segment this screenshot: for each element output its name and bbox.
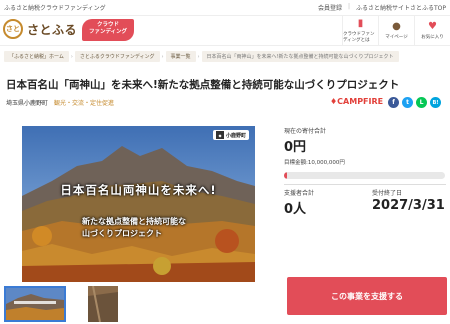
nav-label: クラウドファンディングとは <box>343 32 375 43</box>
hero-image: ◆ 小鹿野町 日本百名山両神山を未来へ! 新たな拠点整備と持続可能な 山づくりプ… <box>22 126 255 282</box>
category-tag[interactable]: 観光・交流・定住促進 <box>54 98 114 107</box>
goal-label: 目標金額 <box>284 160 307 166</box>
chevron-right-icon: › <box>197 53 200 60</box>
facebook-icon[interactable]: f <box>388 97 399 108</box>
platform-name: CAMPFIRE <box>337 97 384 106</box>
line-icon[interactable]: L <box>416 97 427 108</box>
breadcrumb: 「ふるさと納税」ホーム › さとふるクラウドファンディング › 事業一覧 › 日… <box>4 51 399 62</box>
thumbnail-2[interactable] <box>88 286 118 322</box>
nav-label: マイページ <box>385 35 408 40</box>
badge-line-1: クラウド <box>96 22 119 28</box>
user-icon: ● <box>392 21 401 32</box>
logo-mark: さと <box>3 19 23 39</box>
deadline-value: 2027/3/31 <box>372 198 445 213</box>
share-buttons: f t L B! <box>388 97 441 108</box>
progress-bar <box>284 172 445 179</box>
book-icon: ▮ <box>357 18 364 29</box>
thumbnail-image <box>6 288 64 320</box>
progress-fill <box>284 172 287 179</box>
support-project-button[interactable]: この事業を支援する <box>287 277 447 315</box>
divider: | <box>347 3 350 10</box>
organization[interactable]: 埼玉県小鹿野町 <box>6 98 48 107</box>
badge-line-2: ファンディング <box>88 29 128 35</box>
page-title: 日本百名山「両神山」を未来へ!新たな拠点整備と持続可能な山づくりプロジェクト <box>6 79 400 91</box>
mountain-illustration <box>22 126 255 282</box>
hero-subtitle-line-1: 新たな拠点整備と持続可能な <box>82 217 186 226</box>
current-total-label: 現在の寄付合計 <box>284 128 327 135</box>
hero-subtitle: 新たな拠点整備と持続可能な 山づくりプロジェクト <box>82 216 186 240</box>
nav-favorites[interactable]: ♥ お気に入り <box>414 16 450 46</box>
logo-text: さとふる <box>27 22 78 37</box>
breadcrumb-crowdfunding[interactable]: さとふるクラウドファンディング <box>74 51 160 62</box>
town-badge: ◆ 小鹿野町 <box>212 130 249 140</box>
project-meta: 埼玉県小鹿野町 観光・交流・定住促進 <box>6 98 114 107</box>
thumbnail-image <box>88 286 118 322</box>
supporters-label: 支援者合計 <box>284 190 315 197</box>
header-nav: ▮ クラウドファンディングとは ● マイページ ♥ お気に入り <box>342 16 450 46</box>
campfire-logo: ♦CAMPFIRE <box>330 97 383 106</box>
divider <box>284 184 446 185</box>
satofull-top-link[interactable]: ふるさと納税サイトさとふるTOP <box>356 3 446 12</box>
chevron-right-icon: › <box>70 53 73 60</box>
register-link[interactable]: 会員登録 <box>318 3 342 12</box>
twitter-icon[interactable]: t <box>402 97 413 108</box>
breadcrumb-projects[interactable]: 事業一覧 <box>165 51 196 62</box>
nav-mypage[interactable]: ● マイページ <box>378 16 414 46</box>
breadcrumb-home[interactable]: 「ふるさと納税」ホーム <box>4 51 69 62</box>
site-logo[interactable]: さと さとふる <box>3 19 77 39</box>
hatena-bookmark-icon[interactable]: B! <box>430 97 441 108</box>
deadline-label: 受付終了日 <box>372 190 403 197</box>
top-links: 会員登録 | ふるさと納税サイトさとふるTOP <box>318 3 446 12</box>
site-tagline: ふるさと納税クラウドファンディング <box>4 5 106 12</box>
heart-icon: ♥ <box>428 21 437 32</box>
goal-value: 10,000,000円 <box>307 160 345 166</box>
breadcrumb-current: 日本百名山「両神山」を未来へ!新たな拠点整備と持続可能な山づくりプロジェクト <box>201 51 399 62</box>
town-emblem-icon: ◆ <box>215 131 224 139</box>
nav-label: お気に入り <box>421 35 444 40</box>
crowdfunding-badge[interactable]: クラウド ファンディング <box>82 19 134 41</box>
hero-subtitle-line-2: 山づくりプロジェクト <box>82 229 162 238</box>
current-total-value: 0円 <box>284 140 307 155</box>
hero-title: 日本百名山両神山を未来へ! <box>60 183 217 197</box>
site-header: さと さとふる クラウド ファンディング ▮ クラウドファンディングとは ● マ… <box>0 16 450 46</box>
town-badge-text: 小鹿野町 <box>225 132 246 139</box>
top-bar: ふるさと納税クラウドファンディング 会員登録 | ふるさと納税サイトさとふるTO… <box>0 0 450 16</box>
supporters-value: 0人 <box>284 202 307 217</box>
chevron-right-icon: › <box>161 53 164 60</box>
thumbnail-1[interactable] <box>4 286 66 322</box>
nav-about-crowdfunding[interactable]: ▮ クラウドファンディングとは <box>342 16 378 46</box>
goal-amount: 目標金額:10,000,000円 <box>284 160 345 166</box>
